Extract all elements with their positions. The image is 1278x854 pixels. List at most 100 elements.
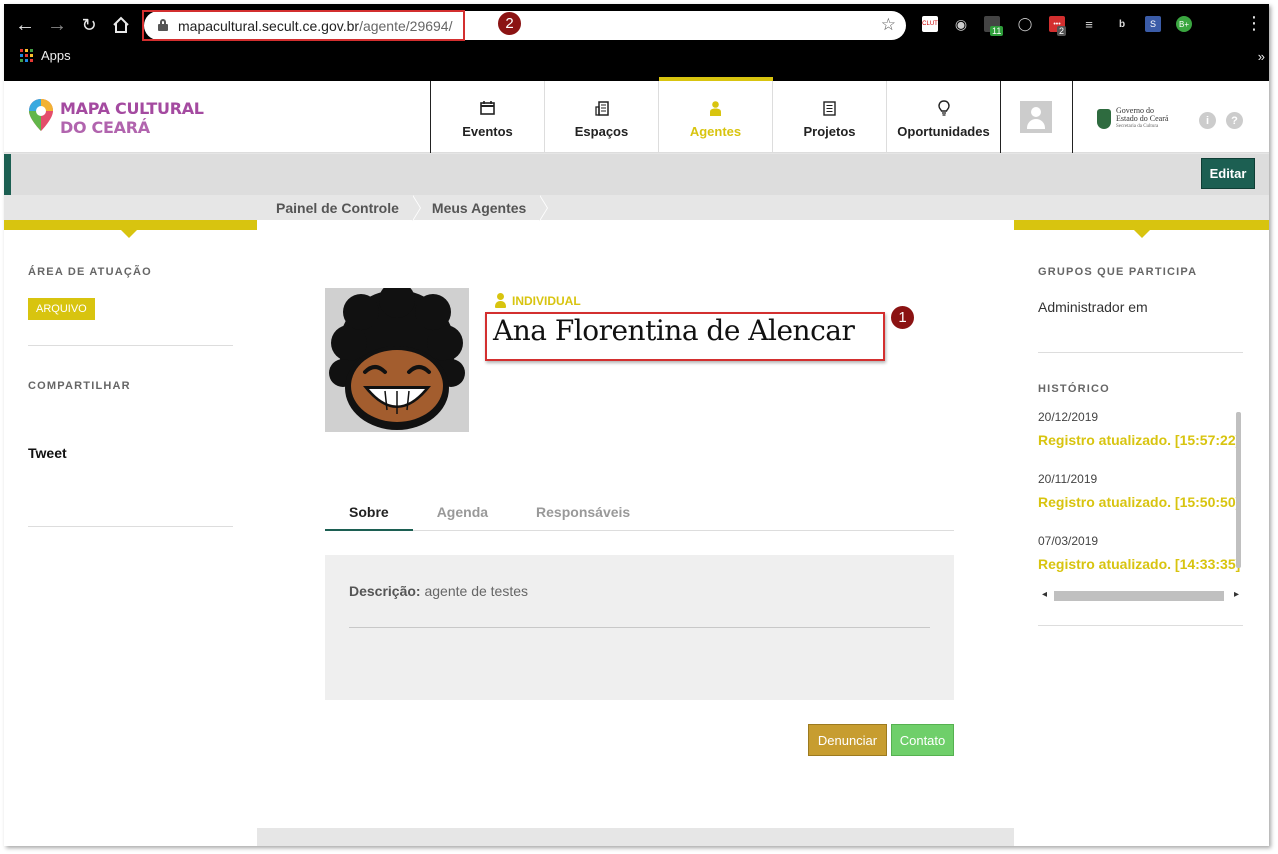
description-panel: Descrição: agente de testes	[325, 555, 954, 700]
history-entry[interactable]: Registro atualizado. [15:50:50]	[1038, 494, 1243, 510]
sidebar-accent-bar	[1014, 220, 1269, 238]
nav-eventos[interactable]: Eventos	[431, 81, 545, 153]
nav-label: Agentes	[689, 124, 742, 139]
apps-label: Apps	[41, 48, 71, 63]
person-icon	[495, 293, 506, 308]
area-tag[interactable]: ARQUIVO	[28, 298, 95, 320]
annotation-marker-2: 2	[497, 11, 522, 36]
help-icon[interactable]: ?	[1226, 112, 1243, 129]
map-pin-logo-icon[interactable]	[28, 98, 54, 132]
extension-icon[interactable]: B+	[1176, 16, 1192, 32]
browser-menu-icon[interactable]: ⋮	[1245, 14, 1263, 32]
app-frame: ← → ↻ mapacultural.secult.ce.gov.br/agen…	[4, 4, 1269, 846]
info-icon[interactable]: i	[1199, 112, 1216, 129]
list-icon[interactable]: ≡	[1081, 16, 1097, 32]
government-logo[interactable]: Governo do Estado do Ceará Secretaria da…	[1097, 107, 1168, 131]
history-list[interactable]: 20/12/2019 Registro atualizado. [15:57:2…	[1038, 410, 1243, 580]
nav-oportunidades[interactable]: Oportunidades	[887, 81, 1001, 153]
url-highlight-box	[142, 10, 465, 41]
nav-label: Oportunidades	[897, 124, 990, 139]
logo-line-1: MAPA CULTURAL	[60, 99, 204, 118]
name-highlight-box	[485, 312, 885, 361]
nav-label: Eventos	[462, 124, 513, 139]
groups-title: GRUPOS QUE PARTICIPA	[1038, 266, 1198, 278]
bookmark-star-icon[interactable]: ☆	[881, 15, 896, 35]
divider	[1038, 352, 1243, 353]
scroll-left-icon[interactable]: ◂	[1042, 589, 1047, 600]
history-entry[interactable]: Registro atualizado. [15:57:22]	[1038, 432, 1243, 448]
divider	[1038, 625, 1243, 626]
camera-icon[interactable]: ◉	[953, 16, 969, 32]
agent-type-label: INDIVIDUAL	[512, 293, 581, 308]
extension-icon[interactable]: CLUT	[922, 16, 938, 32]
history-date: 20/12/2019	[1038, 410, 1099, 424]
main-nav: Eventos Espaços Agentes Projetos Oportun…	[430, 77, 1001, 153]
contact-button[interactable]: Contato	[891, 724, 954, 756]
extension-badge: 11	[990, 26, 1004, 36]
profile-tabs: Sobre Agenda Responsáveis	[325, 495, 954, 531]
nav-espacos[interactable]: Espaços	[545, 81, 659, 153]
description: Descrição: agente de testes	[349, 583, 528, 599]
back-icon[interactable]: ←	[12, 12, 38, 38]
extension-icon[interactable]: S	[1145, 16, 1161, 32]
nav-agentes[interactable]: Agentes	[659, 77, 773, 153]
apps-grid-icon	[20, 49, 33, 62]
vertical-scrollbar[interactable]	[1236, 412, 1241, 568]
building-icon	[594, 98, 609, 118]
divider	[28, 526, 233, 527]
person-icon	[710, 98, 721, 118]
divider	[28, 345, 233, 346]
chevron-right-icon[interactable]: »	[1258, 49, 1265, 64]
user-menu[interactable]	[1000, 81, 1073, 153]
share-title: COMPARTILHAR	[28, 380, 131, 392]
sidebar-accent-bar	[4, 220, 257, 238]
agent-type: INDIVIDUAL	[495, 293, 581, 308]
site-logo-text[interactable]: MAPA CULTURAL DO CEARÁ	[60, 99, 204, 137]
agent-avatar	[325, 288, 469, 432]
reload-icon[interactable]: ↻	[76, 12, 102, 38]
bookmarks-apps[interactable]: Apps	[20, 48, 71, 63]
right-sidebar: GRUPOS QUE PARTICIPA Administrador em HI…	[1014, 220, 1269, 846]
description-value: agente de testes	[424, 583, 529, 599]
breadcrumb-item[interactable]: Painel de Controle	[257, 195, 421, 221]
divider	[349, 627, 930, 628]
history-date: 07/03/2019	[1038, 534, 1099, 548]
ceara-seal-icon	[1097, 109, 1111, 129]
gov-line-3: Secretaria da Cultura	[1116, 124, 1159, 129]
history-entry[interactable]: Registro atualizado. [14:33:35]	[1038, 556, 1243, 572]
report-button[interactable]: Denunciar	[808, 724, 887, 756]
left-sidebar: ÁREA DE ATUAÇÃO ARQUIVO COMPARTILHAR Twe…	[4, 220, 257, 846]
horizontal-scrollbar[interactable]: ◂ ▸	[1040, 588, 1241, 605]
edit-button[interactable]: Editar	[1201, 158, 1255, 189]
avatar[interactable]	[1020, 101, 1052, 133]
history-date: 20/11/2019	[1038, 472, 1098, 486]
annotation-marker-1: 1	[890, 305, 915, 330]
forward-icon[interactable]: →	[44, 12, 70, 38]
site-header: MAPA CULTURAL DO CEARÁ Eventos Espaços A…	[4, 77, 1269, 153]
logo-line-2: DO CEARÁ	[60, 118, 150, 137]
scrollbar-thumb[interactable]	[1054, 591, 1224, 601]
document-icon	[823, 98, 836, 118]
tweet-button[interactable]: Tweet	[28, 445, 67, 461]
history-title: HISTÓRICO	[1038, 383, 1110, 395]
extension-icon[interactable]: b	[1114, 16, 1130, 32]
tab-responsaveis[interactable]: Responsáveis	[512, 495, 654, 531]
nav-projetos[interactable]: Projetos	[773, 81, 887, 153]
nav-label: Espaços	[574, 124, 629, 139]
home-icon[interactable]	[108, 12, 134, 38]
groups-text: Administrador em	[1038, 299, 1148, 315]
nav-label: Projetos	[803, 124, 856, 139]
breadcrumb: Painel de Controle Meus Agentes	[257, 195, 549, 221]
edit-bar: Editar	[4, 154, 1269, 195]
calendar-icon	[480, 98, 495, 118]
tab-agenda[interactable]: Agenda	[413, 495, 512, 531]
scroll-right-icon[interactable]: ▸	[1234, 589, 1239, 600]
tab-sobre[interactable]: Sobre	[325, 495, 413, 531]
pocket-icon[interactable]: ◯	[1017, 16, 1033, 32]
extension-badge: 2	[1057, 26, 1067, 36]
lightbulb-icon	[937, 98, 950, 118]
agent-profile: INDIVIDUAL Ana Florentina de Alencar 1 S…	[257, 220, 1014, 828]
breadcrumb-item[interactable]: Meus Agentes	[412, 195, 549, 221]
browser-chrome: ← → ↻ mapacultural.secult.ce.gov.br/agen…	[4, 4, 1269, 81]
description-label: Descrição:	[349, 583, 421, 599]
